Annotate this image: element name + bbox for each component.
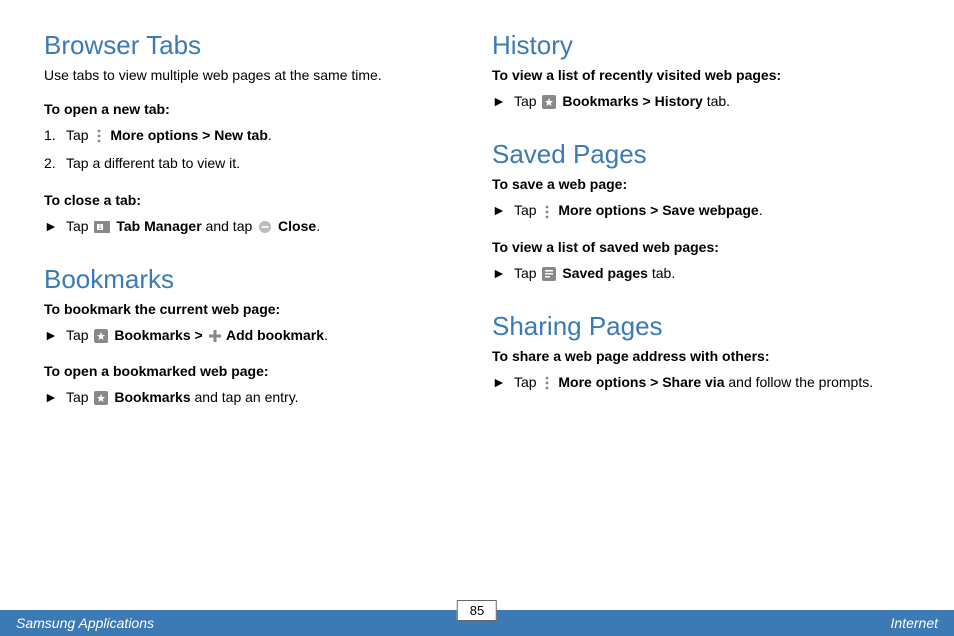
block-save-page: To save a web page: ► Tap More options >… (492, 176, 910, 220)
bullet-close-tab: ► Tap 1 Tab Manager and tap Close. (44, 216, 462, 236)
more-options-icon (542, 376, 552, 390)
saved-pages-icon (542, 267, 556, 281)
subheading-sharing: To share a web page address with others: (492, 348, 910, 364)
text: > (639, 93, 655, 109)
text: . (324, 327, 328, 343)
step-number: 1. (44, 125, 56, 145)
block-open-tab: To open a new tab: 1. Tap More options >… (44, 101, 462, 174)
heading-sharing: Sharing Pages (492, 311, 910, 342)
text: . (268, 127, 272, 143)
heading-history: History (492, 30, 910, 61)
text: Tap (514, 374, 540, 390)
close-icon (258, 220, 272, 234)
bullet-marker: ► (44, 216, 58, 236)
text: tab. (648, 265, 675, 281)
text: Bookmarks (558, 93, 638, 109)
block-open-bookmark: To open a bookmarked web page: ► Tap Boo… (44, 363, 462, 407)
subheading-view-saved: To view a list of saved web pages: (492, 239, 910, 255)
text: Bookmarks (110, 389, 190, 405)
text: Tap a different tab to view it. (66, 155, 240, 171)
subheading-history: To view a list of recently visited web p… (492, 67, 910, 83)
step-1: 1. Tap More options > New tab. (44, 125, 462, 145)
more-options-icon (542, 205, 552, 219)
text: New tab (214, 127, 268, 143)
subheading-save: To save a web page: (492, 176, 910, 192)
left-column: Browser Tabs Use tabs to view multiple w… (44, 30, 462, 574)
right-column: History To view a list of recently visit… (492, 30, 910, 574)
text: Share via (662, 374, 724, 390)
bookmarks-icon (542, 95, 556, 109)
text: Tab Manager (112, 218, 201, 234)
heading-browser-tabs: Browser Tabs (44, 30, 462, 61)
text: and follow the prompts. (724, 374, 873, 390)
text: Close (274, 218, 316, 234)
section-sharing: Sharing Pages To share a web page addres… (492, 311, 910, 392)
step-2: 2. Tap a different tab to view it. (44, 153, 462, 173)
subheading-open-bookmark: To open a bookmarked web page: (44, 363, 462, 379)
text: and tap (202, 218, 257, 234)
block-history: To view a list of recently visited web p… (492, 67, 910, 111)
text: tab. (703, 93, 730, 109)
page-number: 85 (457, 600, 497, 621)
text: . (759, 202, 763, 218)
section-browser-tabs: Browser Tabs Use tabs to view multiple w… (44, 30, 462, 236)
footer-right: Internet (477, 615, 954, 631)
more-options-icon (94, 129, 104, 143)
text: Tap (514, 202, 540, 218)
text: History (655, 93, 703, 109)
text: Tap (66, 127, 92, 143)
page-content: Browser Tabs Use tabs to view multiple w… (0, 0, 954, 574)
text: More options (554, 374, 646, 390)
bullet-sharing: ► Tap More options > Share via and follo… (492, 372, 910, 392)
block-close-tab: To close a tab: ► Tap 1 Tab Manager and … (44, 192, 462, 236)
tab-manager-icon: 1 (94, 221, 110, 233)
bookmarks-icon (94, 329, 108, 343)
subheading-open-tab: To open a new tab: (44, 101, 462, 117)
text: Tap (514, 93, 540, 109)
bullet-marker: ► (492, 91, 506, 111)
subheading-close-tab: To close a tab: (44, 192, 462, 208)
text: > (198, 127, 214, 143)
bullet-marker: ► (44, 387, 58, 407)
step-number: 2. (44, 153, 56, 173)
text: > (646, 202, 662, 218)
block-view-saved: To view a list of saved web pages: ► Tap… (492, 239, 910, 283)
footer: Samsung Applications 85 Internet (0, 610, 954, 636)
add-icon (209, 330, 221, 342)
text: . (316, 218, 320, 234)
section-bookmarks: Bookmarks To bookmark the current web pa… (44, 264, 462, 408)
text: Tap (66, 218, 92, 234)
text: Tap (66, 327, 92, 343)
text: > (646, 374, 662, 390)
text: More options (106, 127, 198, 143)
text: and tap an entry. (191, 389, 299, 405)
section-saved: Saved Pages To save a web page: ► Tap Mo… (492, 139, 910, 283)
bullet-history: ► Tap Bookmarks > History tab. (492, 91, 910, 111)
heading-saved: Saved Pages (492, 139, 910, 170)
footer-left: Samsung Applications (0, 615, 477, 631)
text: Bookmarks (110, 327, 190, 343)
block-bookmark-current: To bookmark the current web page: ► Tap … (44, 301, 462, 345)
bookmarks-icon (94, 391, 108, 405)
text: Save webpage (662, 202, 759, 218)
text: Add bookmark (223, 327, 324, 343)
heading-bookmarks: Bookmarks (44, 264, 462, 295)
block-sharing: To share a web page address with others:… (492, 348, 910, 392)
bullet-view-saved: ► Tap Saved pages tab. (492, 263, 910, 283)
text: Saved pages (558, 265, 648, 281)
bullet-open-bookmark: ► Tap Bookmarks and tap an entry. (44, 387, 462, 407)
bullet-marker: ► (44, 325, 58, 345)
text: Tap (514, 265, 540, 281)
bullet-marker: ► (492, 372, 506, 392)
bullet-marker: ► (492, 263, 506, 283)
text: > (191, 327, 207, 343)
subheading-bookmark: To bookmark the current web page: (44, 301, 462, 317)
text: More options (554, 202, 646, 218)
bullet-marker: ► (492, 200, 506, 220)
bullet-save: ► Tap More options > Save webpage. (492, 200, 910, 220)
bullet-bookmark: ► Tap Bookmarks > Add bookmark. (44, 325, 462, 345)
text: Tap (66, 389, 92, 405)
section-history: History To view a list of recently visit… (492, 30, 910, 111)
text-intro: Use tabs to view multiple web pages at t… (44, 67, 462, 83)
